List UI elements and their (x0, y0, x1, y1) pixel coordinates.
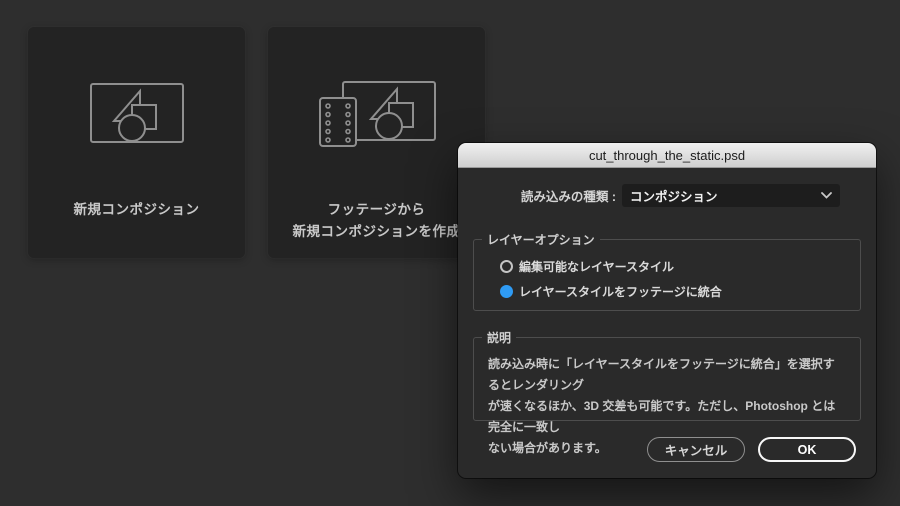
footage-card-label-line2: 新規コンポジションを作成 (292, 224, 461, 239)
description-line: が速くなるほか、3D 交差も可能です。ただし、Photoshop とは完全に一致… (488, 399, 836, 434)
description-line: 読み込み時に「レイヤースタイルをフッテージに統合」を選択するとレンダリング (488, 357, 835, 392)
ok-button[interactable]: OK (758, 437, 856, 462)
radio-icon[interactable] (500, 285, 513, 298)
layer-options-group: レイヤーオプション 編集可能なレイヤースタイル レイヤースタイルをフッテージに統… (473, 231, 861, 311)
new-composition-from-footage-card[interactable]: フッテージから 新規コンポジションを作成 (268, 27, 485, 258)
radio-label: レイヤースタイルをフッテージに統合 (519, 285, 722, 299)
composition-icon (28, 83, 245, 143)
dialog-title: cut_through_the_static.psd (588, 147, 746, 163)
new-composition-label: 新規コンポジション (73, 202, 200, 217)
psd-import-dialog: cut_through_the_static.psd 読み込みの種類 : コンポ… (458, 143, 876, 478)
footage-to-composition-icon (268, 79, 485, 149)
cancel-button[interactable]: キャンセル (647, 437, 745, 462)
new-composition-card[interactable]: 新規コンポジション (28, 27, 245, 258)
footage-card-label-line1: フッテージから (327, 202, 426, 217)
radio-label: 編集可能なレイヤースタイル (519, 260, 675, 274)
import-kind-select[interactable]: コンポジション (622, 184, 840, 207)
description-legend: 説明 (487, 331, 512, 345)
radio-icon[interactable] (500, 260, 513, 273)
import-kind-label: 読み込みの種類 : (520, 190, 616, 204)
import-kind-value: コンポジション (630, 190, 718, 204)
radio-merge-layer-styles[interactable]: レイヤースタイルをフッテージに統合 (500, 283, 860, 300)
description-group: 説明 読み込み時に「レイヤースタイルをフッテージに統合」を選択するとレンダリング… (473, 329, 861, 455)
dialog-titlebar[interactable]: cut_through_the_static.psd (458, 143, 876, 168)
radio-editable-layer-styles[interactable]: 編集可能なレイヤースタイル (500, 258, 860, 275)
chevron-down-icon (821, 192, 832, 199)
layer-options-legend: レイヤーオプション (487, 233, 595, 247)
